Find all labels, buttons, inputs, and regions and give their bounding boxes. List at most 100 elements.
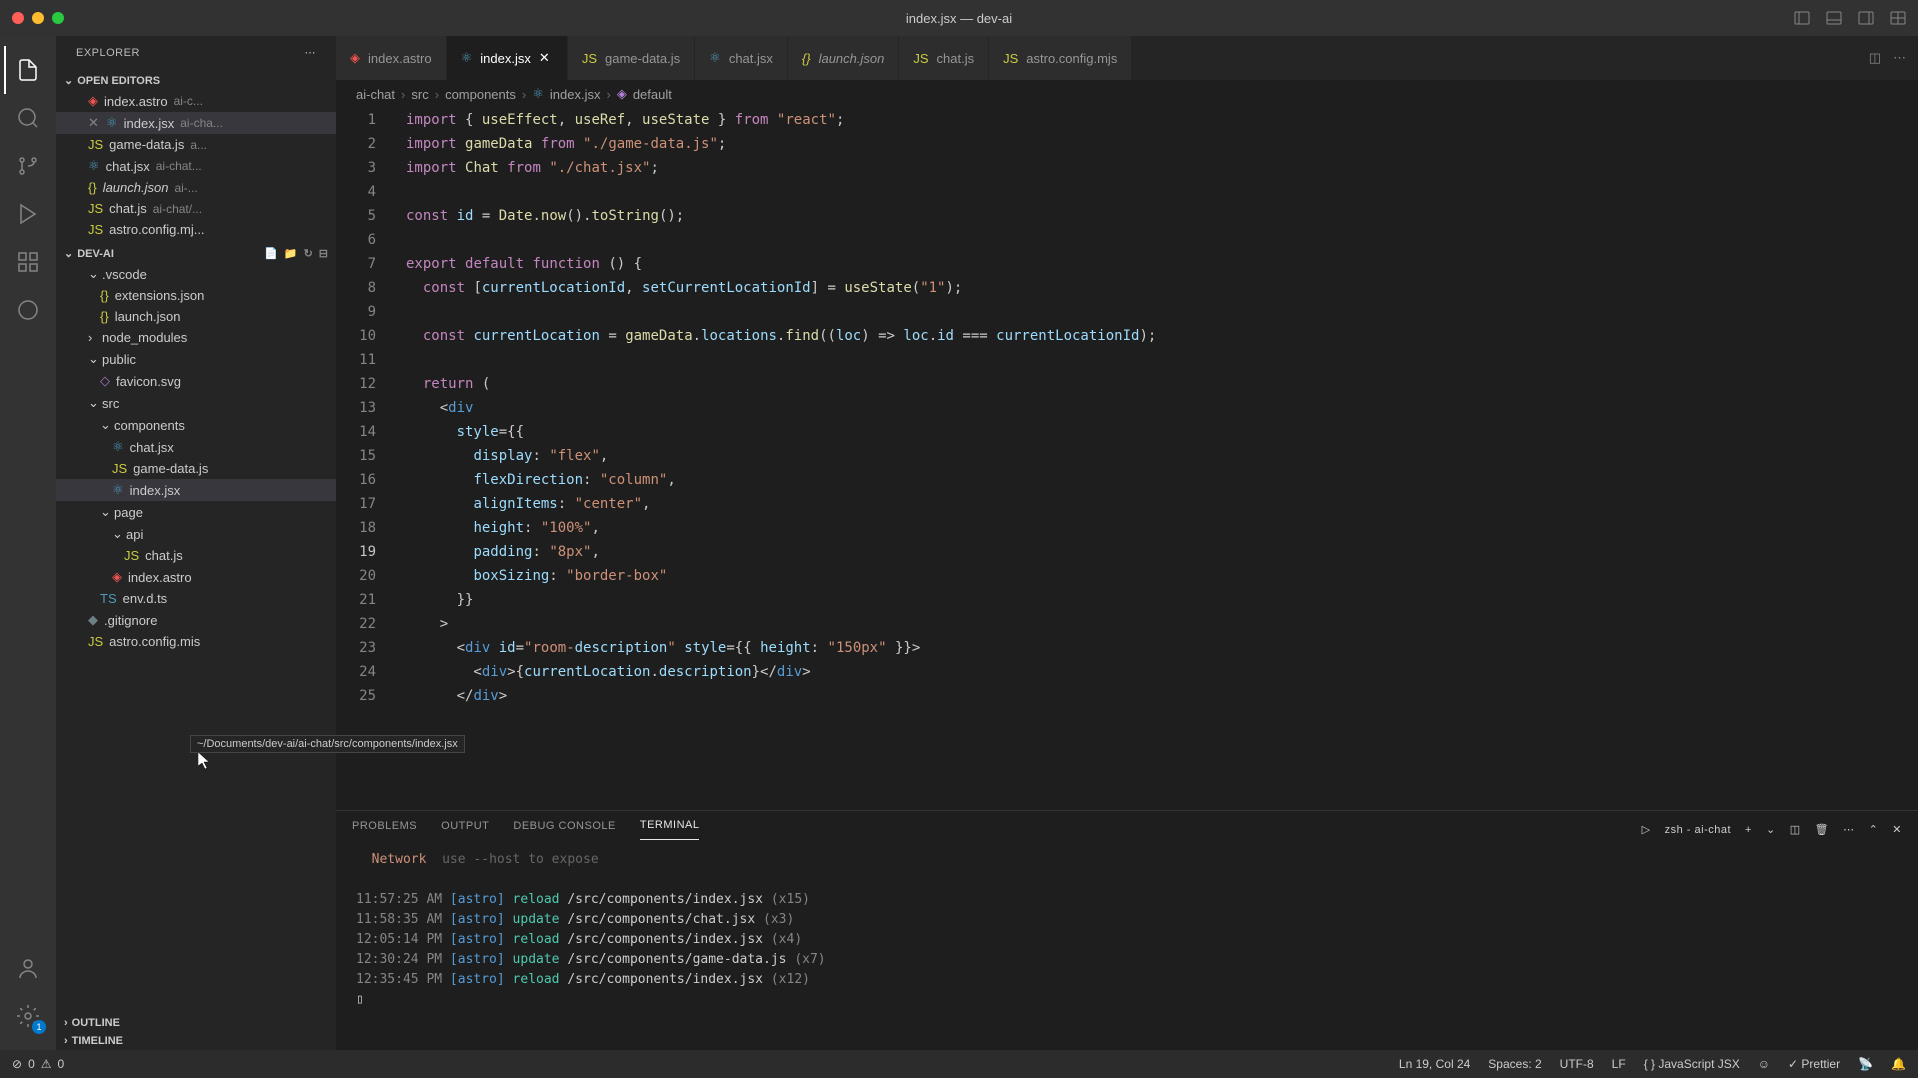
tab-chat-jsx[interactable]: ⚛chat.jsx: [695, 36, 788, 80]
file-item[interactable]: ◇favicon.svg: [56, 370, 336, 392]
code-content[interactable]: import { useEffect, useRef, useState } f…: [396, 108, 1918, 810]
project-header[interactable]: ⌄ DEV-AI 📄 📁 ↻ ⊟: [56, 244, 336, 263]
open-editors-header[interactable]: ⌄ OPEN EDITORS: [56, 71, 336, 90]
tab-index-astro[interactable]: ◈index.astro: [336, 36, 447, 80]
file-item[interactable]: ⚛chat.jsx: [56, 436, 336, 458]
folder-item[interactable]: ⌄.vscode: [56, 263, 336, 285]
folder-item[interactable]: ⌄public: [56, 348, 336, 370]
debug-console-tab[interactable]: DEBUG CONSOLE: [513, 820, 615, 840]
timeline-label: TIMELINE: [72, 1035, 123, 1047]
file-item-active[interactable]: ⚛index.jsx: [56, 479, 336, 501]
file-item[interactable]: TSenv.d.ts: [56, 588, 336, 609]
open-editor-item[interactable]: ⚛chat.jsxai-chat...: [56, 155, 336, 177]
folder-item[interactable]: ⌄components: [56, 414, 336, 436]
file-name: astro.config.mj...: [109, 222, 204, 237]
titlebar: index.jsx — dev-ai: [0, 0, 1918, 36]
errors-item[interactable]: ⊘0⚠0: [12, 1057, 64, 1071]
new-terminal-icon[interactable]: +: [1745, 824, 1752, 836]
tab-launch-json[interactable]: {}launch.json: [788, 36, 899, 80]
prettier-label[interactable]: ✓ Prettier: [1788, 1057, 1840, 1071]
cursor-position[interactable]: Ln 19, Col 24: [1399, 1057, 1470, 1071]
file-name: index.astro: [104, 94, 168, 109]
folder-item[interactable]: ›node_modules: [56, 327, 336, 348]
open-editor-item[interactable]: JSgame-data.jsa...: [56, 134, 336, 155]
split-icon[interactable]: ◫: [1869, 50, 1881, 66]
eol-label[interactable]: LF: [1612, 1057, 1626, 1071]
file-item[interactable]: JSgame-data.js: [56, 458, 336, 479]
maximize-window-button[interactable]: [52, 12, 64, 24]
settings-activity[interactable]: 1: [4, 992, 52, 1040]
sidebar: EXPLORER ⋯ ⌄ OPEN EDITORS ◈index.astroai…: [56, 36, 336, 1050]
open-editor-item[interactable]: JSastro.config.mj...: [56, 219, 336, 240]
extensions-activity[interactable]: [4, 238, 52, 286]
new-folder-icon[interactable]: 📁: [284, 247, 298, 260]
edge-activity[interactable]: [4, 286, 52, 334]
panel-right-icon[interactable]: [1858, 10, 1874, 26]
panel-left-icon[interactable]: [1794, 10, 1810, 26]
output-tab[interactable]: OUTPUT: [441, 820, 489, 840]
open-editors-label: OPEN EDITORS: [77, 75, 160, 87]
panel-bottom-icon[interactable]: [1826, 10, 1842, 26]
terminal-launch-icon[interactable]: ▷: [1642, 823, 1651, 836]
new-file-icon[interactable]: 📄: [264, 247, 278, 260]
bottom-panel: PROBLEMS OUTPUT DEBUG CONSOLE TERMINAL ▷…: [336, 810, 1918, 1050]
breadcrumb[interactable]: ai-chat› src› components› ⚛index.jsx› ◈d…: [336, 80, 1918, 108]
terminal-output[interactable]: Network use --host to expose 11:57:25 AM…: [336, 840, 1918, 1050]
search-icon: [16, 106, 40, 130]
collapse-icon[interactable]: ⊟: [319, 247, 328, 260]
folder-item[interactable]: ⌄page: [56, 501, 336, 523]
maximize-panel-icon[interactable]: ⌃: [1869, 823, 1879, 836]
close-tab-icon[interactable]: ✕: [539, 50, 553, 66]
terminal-dropdown-icon[interactable]: ⌄: [1766, 823, 1776, 836]
folder-item[interactable]: ⌄src: [56, 392, 336, 414]
search-activity[interactable]: [4, 94, 52, 142]
open-editor-item[interactable]: {}launch.jsonai-...: [56, 177, 336, 198]
open-editor-item[interactable]: ✕⚛index.jsxai-cha...: [56, 112, 336, 134]
close-panel-icon[interactable]: ✕: [1892, 823, 1902, 836]
tab-chat-js[interactable]: JSchat.js: [899, 36, 989, 80]
source-control-activity[interactable]: [4, 142, 52, 190]
close-window-button[interactable]: [12, 12, 24, 24]
refresh-icon[interactable]: ↻: [304, 247, 313, 260]
tab-index-jsx[interactable]: ⚛index.jsx✕: [447, 36, 568, 80]
debug-activity[interactable]: [4, 190, 52, 238]
tab-astro-config[interactable]: JSastro.config.mjs: [989, 36, 1132, 80]
tab-game-data[interactable]: JSgame-data.js: [568, 36, 695, 80]
open-editor-item[interactable]: JSchat.jsai-chat/...: [56, 198, 336, 219]
open-editor-item[interactable]: ◈index.astroai-c...: [56, 90, 336, 112]
file-item[interactable]: {}extensions.json: [56, 285, 336, 306]
more-icon[interactable]: ⋯: [1843, 823, 1855, 836]
file-item[interactable]: ◈index.astro: [56, 566, 336, 588]
shell-label[interactable]: zsh - ai-chat: [1665, 824, 1731, 836]
indent-label[interactable]: Spaces: 2: [1488, 1057, 1541, 1071]
timeline-header[interactable]: › TIMELINE: [56, 1032, 336, 1050]
file-item[interactable]: JSastro.config.mis: [56, 631, 336, 652]
code-editor[interactable]: 1234567891011121314151617181920212223242…: [336, 108, 1918, 810]
lang-label[interactable]: { } JavaScript JSX: [1644, 1057, 1740, 1071]
problems-tab[interactable]: PROBLEMS: [352, 820, 417, 840]
window-title: index.jsx — dev-ai: [906, 11, 1012, 26]
feedback-icon[interactable]: ☺: [1758, 1057, 1770, 1071]
git-branch-icon: [16, 154, 40, 178]
broadcast-icon[interactable]: 📡: [1858, 1057, 1873, 1071]
layout-icon[interactable]: [1890, 10, 1906, 26]
more-icon[interactable]: ⋯: [1893, 50, 1906, 66]
editor-area: ◈index.astro ⚛index.jsx✕ JSgame-data.js …: [336, 36, 1918, 1050]
file-item[interactable]: JSchat.js: [56, 545, 336, 566]
kill-terminal-icon[interactable]: 🗑: [1815, 823, 1829, 836]
outline-header[interactable]: › OUTLINE: [56, 1014, 336, 1032]
close-editor-icon[interactable]: ✕: [88, 115, 102, 131]
bell-icon[interactable]: 🔔: [1891, 1057, 1906, 1071]
explorer-activity[interactable]: [4, 46, 52, 94]
mouse-cursor: [198, 752, 214, 775]
account-activity[interactable]: [4, 944, 52, 992]
minimize-window-button[interactable]: [32, 12, 44, 24]
file-item[interactable]: ◆.gitignore: [56, 609, 336, 631]
more-icon[interactable]: ⋯: [305, 46, 317, 59]
encoding-label[interactable]: UTF-8: [1560, 1057, 1594, 1071]
file-item[interactable]: {}launch.json: [56, 306, 336, 327]
terminal-tab[interactable]: TERMINAL: [640, 819, 700, 840]
settings-badge: 1: [32, 1020, 46, 1034]
split-terminal-icon[interactable]: ◫: [1790, 823, 1801, 836]
folder-item[interactable]: ⌄api: [56, 523, 336, 545]
